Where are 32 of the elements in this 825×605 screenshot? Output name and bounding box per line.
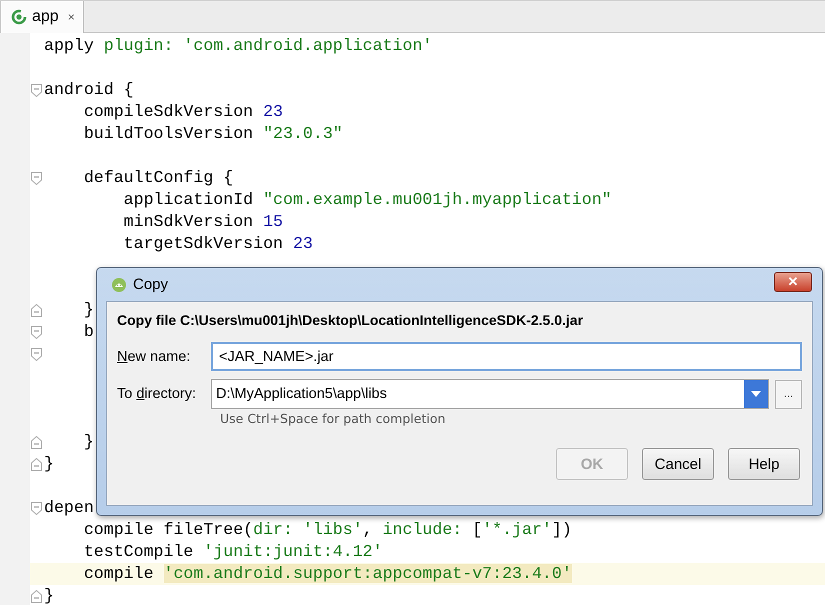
code-line: minSdkVersion 15 <box>122 211 283 233</box>
dialog-button[interactable]: Cancel <box>642 448 714 480</box>
code-line: testCompile 'junit:junit:4.12' <box>82 541 383 563</box>
close-icon[interactable]: × <box>68 10 75 24</box>
code-line: compile 'com.android.support:appcompat-v7:23.4.0' <box>82 563 572 585</box>
android-icon <box>111 276 127 292</box>
code-line: android { <box>44 79 134 101</box>
code-line: } <box>44 585 54 605</box>
directory-combo[interactable]: D:\MyApplication5\app\libs <box>211 379 769 409</box>
code-line: } <box>82 431 94 453</box>
code-line: buildToolsVersion "23.0.3" <box>82 123 343 145</box>
code-line: applicationId "com.example.mu001jh.myapplication" <box>122 189 612 211</box>
text-field[interactable]: <JAR_NAME>.jar <box>211 342 802 371</box>
dialog-button[interactable]: Help <box>728 448 800 480</box>
code-line: targetSdkVersion 23 <box>122 233 313 255</box>
field-label: New name: <box>117 348 192 364</box>
code-line: apply plugin: 'com.android.application' <box>44 35 432 57</box>
dialog-heading: Copy file C:\Users\mu001jh\Desktop\LocationIntelligenceSDK-2.5.0.jar <box>117 312 584 328</box>
code-line: } <box>82 299 94 321</box>
dropdown-icon <box>751 391 761 397</box>
code-line: } <box>44 453 54 475</box>
code-line: defaultConfig { <box>82 167 234 189</box>
code-line: compile fileTree(dir: 'libs', include: ['*.jar']) <box>82 519 572 541</box>
field-label: To directory: <box>117 386 197 402</box>
code-line: b <box>82 321 94 343</box>
dialog-title: Copy <box>133 276 170 293</box>
browse-button[interactable]: ... <box>775 380 802 408</box>
hint-text: Use Ctrl+Space for path completion <box>219 411 446 426</box>
ring-icon <box>11 9 27 25</box>
code-line: compileSdkVersion 23 <box>82 101 283 123</box>
code-line: depen <box>44 497 94 519</box>
editor-tab[interactable]: app × <box>0 1 84 33</box>
